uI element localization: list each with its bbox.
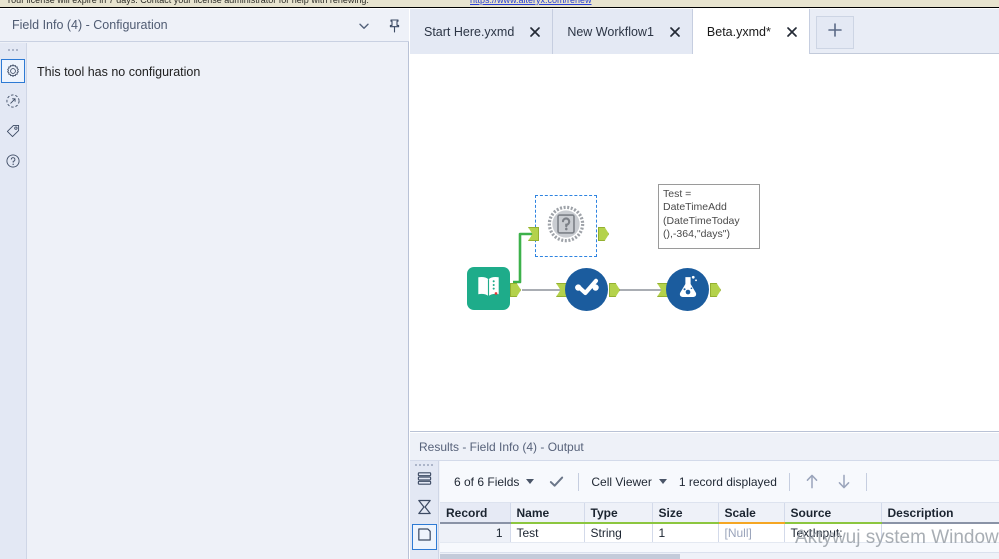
select-tool[interactable] [565,268,608,311]
book-icon [475,274,502,304]
pin-icon[interactable] [385,17,403,35]
panel-grip-icon[interactable] [6,47,20,53]
cell-size: 1 [652,523,719,543]
results-rows-button[interactable] [412,468,437,494]
gear-icon [5,63,21,79]
column-header-size[interactable]: Size [652,503,719,524]
sidebar-item-runtime[interactable] [1,89,25,113]
license-banner-link[interactable]: https://www.alteryx.com/renew [470,0,592,5]
scrollbar-thumb[interactable] [440,554,680,559]
chevron-down-icon[interactable] [355,17,373,35]
results-toolbar: 6 of 6 Fields Cell Viewer 1 record displ… [440,461,999,503]
arrow-down-icon[interactable] [834,472,854,492]
results-metadata-button[interactable] [411,524,437,550]
close-icon[interactable] [528,25,542,39]
plus-icon [826,21,844,44]
fields-label: 6 of 6 Fields [454,474,520,489]
new-tab-button[interactable] [815,16,854,49]
toolbar-divider [578,472,580,491]
formula-tool[interactable] [666,268,709,311]
results-horizontal-scrollbar[interactable] [440,552,999,559]
license-banner-text: Your license will expire in 7 days. Cont… [6,0,369,5]
configuration-panel: Field Info (4) - Configuration This tool… [0,9,409,559]
column-header-scale[interactable]: Scale [718,503,785,524]
profile-icon [416,498,433,521]
results-panel: Results - Field Info (4) - Output 6 of 6… [410,433,999,559]
workflow-tabs: Start Here.yxmd New Workflow1 Beta.yxmd* [410,9,999,54]
sidebar-item-configuration[interactable] [1,59,25,83]
check-icon [572,273,602,306]
workflow-canvas[interactable]: Test = DateTimeAdd (DateTimeToday (),-36… [410,54,999,432]
rows-icon [416,470,433,492]
column-header-record[interactable]: Record [440,503,511,524]
configuration-panel-body: This tool has no configuration [28,43,408,559]
panel-header-controls [355,9,403,42]
results-title: Results - Field Info (4) - Output [419,439,584,454]
cell-type: String [584,523,653,543]
cell-source: TextInput: [784,523,882,543]
cell-scale: [Null] [718,523,785,543]
tab-label: Beta.yxmd* [706,24,771,39]
close-icon[interactable] [668,25,682,39]
results-profile-button[interactable] [412,496,437,522]
sidebar-item-help[interactable] [1,149,25,173]
workflow-tab-bar: Start Here.yxmd New Workflow1 Beta.yxmd* [410,9,999,54]
tab-label: Start Here.yxmd [424,24,515,39]
column-header-source[interactable]: Source [784,503,882,524]
sidebar-item-annotation[interactable] [1,119,25,143]
flask-icon [674,273,702,306]
page-title: Field Info (4) - Configuration [12,18,168,32]
text-input-tool[interactable] [467,267,510,310]
column-header-name[interactable]: Name [510,503,585,524]
fields-check-icon[interactable] [546,472,566,492]
tag-icon [5,123,21,139]
fields-selector[interactable]: 6 of 6 Fields [454,474,535,489]
question-icon [547,205,585,248]
results-iconbar [410,461,439,559]
close-icon[interactable] [785,25,799,39]
results-panel-header: Results - Field Info (4) - Output [410,433,999,461]
unknown-tool[interactable] [535,195,597,257]
cell-viewer-label: Cell Viewer [591,474,652,489]
cell-record: 1 [440,523,511,543]
chevron-down-icon [526,479,535,484]
toolbar-divider [788,472,790,491]
table-row[interactable]: 1 Test String 1 [Null] TextInput: [440,523,999,543]
records-displayed-label: 1 record displayed [678,474,777,489]
arrow-up-icon[interactable] [802,472,822,492]
results-grip-icon[interactable] [415,464,433,466]
help-icon [5,153,21,169]
column-header-type[interactable]: Type [584,503,653,524]
results-content: 6 of 6 Fields Cell Viewer 1 record displ… [440,461,999,559]
column-header-description[interactable]: Description [881,503,999,524]
alteryx-designer-window: Your license will expire in 7 days. Cont… [0,0,999,559]
tab-beta[interactable]: Beta.yxmd* [692,9,810,54]
results-panel-main: 6 of 6 Fields Cell Viewer 1 record displ… [410,461,999,559]
table-header-row: Record Name Type Size Scale Source Descr… [440,503,999,524]
no-configuration-message: This tool has no configuration [37,65,201,79]
tab-start-here[interactable]: Start Here.yxmd [410,9,554,54]
cell-viewer-selector[interactable]: Cell Viewer [591,474,667,489]
metadata-icon [416,526,433,548]
chevron-down-icon [658,479,667,484]
toolbar-divider [865,472,867,491]
results-table: Record Name Type Size Scale Source Descr… [440,503,999,543]
cell-name: Test [510,523,585,543]
license-banner: Your license will expire in 7 days. Cont… [0,0,999,8]
configuration-tool-iconbar [0,43,27,559]
tab-new-workflow1[interactable]: New Workflow1 [553,9,693,54]
cell-description [881,523,999,543]
tab-label: New Workflow1 [567,24,654,39]
configuration-panel-header: Field Info (4) - Configuration [0,9,409,42]
runtime-icon [5,93,21,109]
formula-annotation[interactable]: Test = DateTimeAdd (DateTimeToday (),-36… [658,184,760,249]
